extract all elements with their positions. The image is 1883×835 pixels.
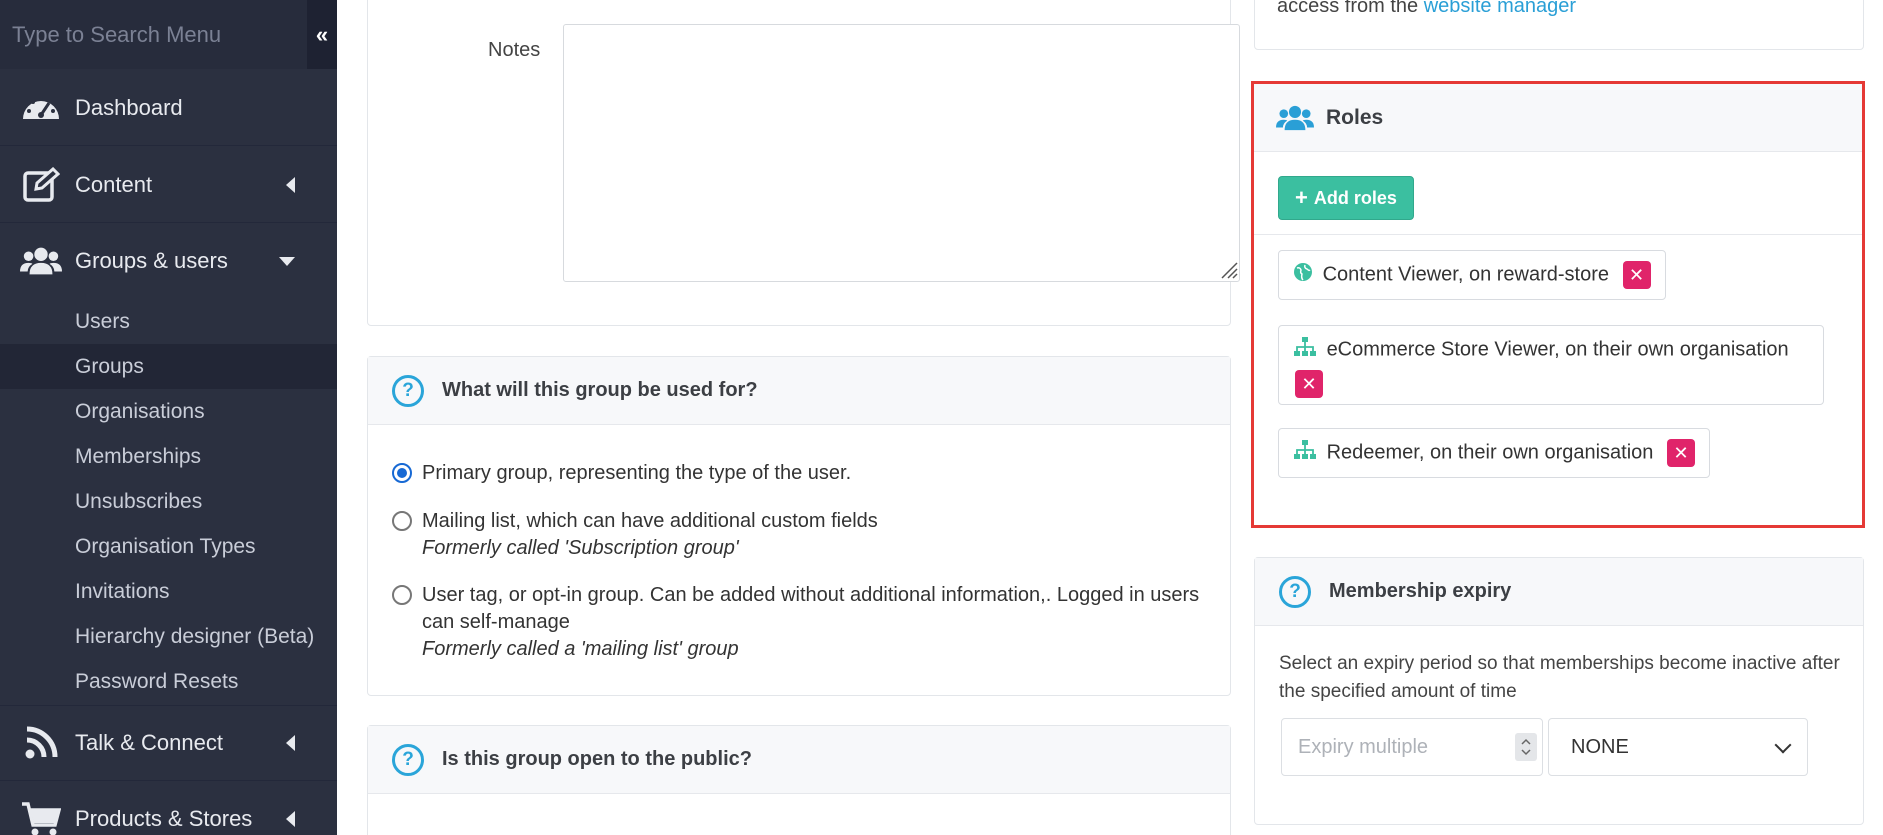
globe-icon [1293, 262, 1313, 288]
nav-item-content[interactable]: Content [0, 147, 337, 223]
org-chart-icon [1293, 439, 1317, 467]
menu-search-row: « [0, 0, 337, 69]
nav-label: Products & Stores [75, 805, 253, 831]
expand-caret-icon [286, 176, 295, 193]
role-label: Redeemer, on their own organisation [1326, 441, 1654, 464]
help-icon: ? [392, 743, 424, 776]
sidebar-item-invitations[interactable]: Invitations [0, 569, 337, 614]
expand-caret-icon [286, 810, 295, 827]
dashboard-icon [20, 87, 62, 129]
website-panel: access from the website manager [1254, 0, 1864, 50]
nav-item-groups-users[interactable]: Groups & users [0, 223, 337, 299]
usage-option-subtext: Formerly called 'Subscription group' [422, 537, 739, 559]
membership-expiry-panel: ? Membership expiry Select an expiry per… [1254, 557, 1864, 825]
users-icon [1276, 104, 1314, 132]
role-item: Redeemer, on their own organisation ✕ [1278, 428, 1710, 478]
public-group-panel: ? Is this group open to the public? [367, 725, 1231, 835]
website-text: access from the website manager [1277, 0, 1576, 18]
usage-option-text: User tag, or opt-in group. Can be added … [422, 584, 1200, 633]
remove-role-button[interactable]: ✕ [1295, 370, 1323, 398]
membership-expiry-description: Select an expiry period so that membersh… [1279, 653, 1840, 702]
remove-role-button[interactable]: ✕ [1622, 261, 1651, 289]
sidebar-item-memberships[interactable]: Memberships [0, 434, 337, 479]
cart-icon [20, 798, 62, 835]
group-usage-header: ? What will this group be used for? [368, 357, 1230, 425]
notes-label: Notes [488, 39, 541, 61]
org-chart-icon [1293, 336, 1317, 364]
nav-label: Talk & Connect [75, 730, 223, 755]
sidebar-item-groups[interactable]: Groups [0, 344, 337, 389]
collapse-sidebar-button[interactable]: « [307, 0, 337, 69]
chevron-down-icon [1774, 736, 1792, 754]
usage-option-subtext: Formerly called a 'mailing list' group [422, 638, 739, 660]
help-icon: ? [1279, 575, 1311, 608]
sidebar-item-organisation-types[interactable]: Organisation Types [0, 524, 337, 569]
radio-primary[interactable] [392, 463, 412, 483]
role-item: eCommerce Store Viewer, on their own org… [1278, 325, 1824, 405]
plus-icon: + [1295, 185, 1308, 210]
website-manager-link[interactable]: website manager [1424, 0, 1576, 17]
edit-icon [20, 164, 62, 206]
roles-header: Roles [1254, 84, 1862, 152]
nav-label: Groups & users [75, 248, 228, 273]
roles-divider [1254, 234, 1862, 235]
spinner-icon[interactable] [1515, 733, 1537, 761]
add-roles-button[interactable]: + Add roles [1278, 176, 1414, 220]
usage-option-primary[interactable]: Primary group, representing the type of … [392, 460, 851, 487]
nav-label: Content [75, 171, 153, 197]
nav-item-talk-connect[interactable]: Talk & Connect [0, 705, 337, 781]
sidebar-item-organisations[interactable]: Organisations [0, 389, 337, 434]
roles-title: Roles [1326, 105, 1384, 129]
help-icon: ? [392, 374, 424, 407]
sidebar: « Dashboard Content Groups & users Users… [0, 0, 337, 835]
sidebar-item-password-resets[interactable]: Password Resets [0, 659, 337, 704]
role-label: eCommerce Store Viewer, on their own org… [1326, 338, 1789, 361]
membership-expiry-title: Membership expiry [1329, 580, 1512, 602]
rss-icon [20, 722, 62, 764]
users-icon [20, 240, 62, 282]
notes-textarea[interactable] [563, 24, 1240, 282]
menu-search-input[interactable] [0, 0, 307, 69]
nav-label: Dashboard [75, 94, 183, 120]
expiry-period-select[interactable]: NONE [1548, 718, 1808, 776]
group-usage-title: What will this group be used for? [442, 379, 758, 401]
membership-expiry-header: ? Membership expiry [1255, 558, 1863, 626]
expand-caret-icon [286, 735, 295, 751]
radio-user-tag[interactable] [392, 585, 412, 605]
public-group-header: ? Is this group open to the public? [368, 726, 1230, 794]
nav-item-dashboard[interactable]: Dashboard [0, 70, 337, 146]
role-item: Content Viewer, on reward-store ✕ [1278, 250, 1666, 300]
sidebar-item-hierarchy-designer[interactable]: Hierarchy designer (Beta) [0, 614, 337, 659]
roles-panel: Roles + Add roles Content Viewer, on rew… [1251, 81, 1865, 528]
public-group-title: Is this group open to the public? [442, 748, 752, 770]
role-label: Content Viewer, on reward-store [1322, 263, 1610, 286]
collapse-caret-icon [279, 256, 295, 266]
usage-option-text: Mailing list, which can have additional … [422, 510, 878, 532]
nav-item-products-stores[interactable]: Products & Stores [0, 781, 337, 835]
usage-option-user-tag[interactable]: User tag, or opt-in group. Can be added … [392, 582, 1212, 663]
resize-grip-icon[interactable] [1218, 259, 1238, 279]
remove-role-button[interactable]: ✕ [1667, 439, 1695, 467]
expiry-multiple-input[interactable] [1281, 718, 1543, 776]
notes-panel: Notes [367, 0, 1240, 326]
sidebar-item-users[interactable]: Users [0, 299, 337, 344]
usage-option-mailing-list[interactable]: Mailing list, which can have additional … [392, 508, 1212, 562]
usage-option-text: Primary group, representing the type of … [422, 462, 852, 484]
expiry-period-value: NONE [1571, 735, 1629, 758]
radio-mailing-list[interactable] [392, 511, 412, 531]
sidebar-item-unsubscribes[interactable]: Unsubscribes [0, 479, 337, 524]
